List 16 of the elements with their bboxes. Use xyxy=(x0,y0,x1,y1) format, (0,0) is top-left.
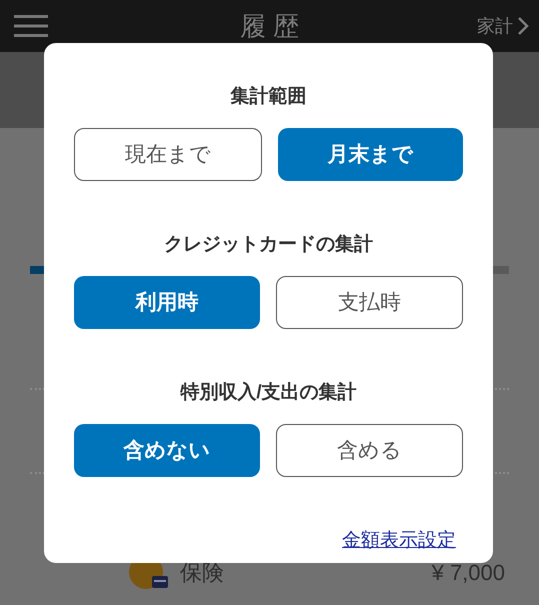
option-button[interactable]: 月末まで xyxy=(278,128,463,181)
section-title: 特別収入/支出の集計 xyxy=(180,380,357,405)
category-label: 保険 xyxy=(180,558,224,586)
household-link[interactable]: 家計 xyxy=(477,12,529,40)
option-button[interactable]: 含める xyxy=(276,424,463,477)
page-title: 履 歴 xyxy=(240,10,300,42)
chevron-right-icon xyxy=(517,16,529,36)
amount-text: ¥ 7,000 xyxy=(432,558,505,586)
option-button[interactable]: 含めない xyxy=(74,424,260,477)
amount-display-link[interactable]: 金額表示設定 xyxy=(342,527,456,556)
option-button[interactable]: 利用時 xyxy=(74,276,260,329)
section-title: クレジットカードの集計 xyxy=(164,232,373,257)
option-button[interactable]: 現在まで xyxy=(74,128,262,181)
menu-icon[interactable] xyxy=(14,14,48,38)
section-title: 集計範囲 xyxy=(230,84,306,109)
option-button[interactable]: 支払時 xyxy=(276,276,463,329)
